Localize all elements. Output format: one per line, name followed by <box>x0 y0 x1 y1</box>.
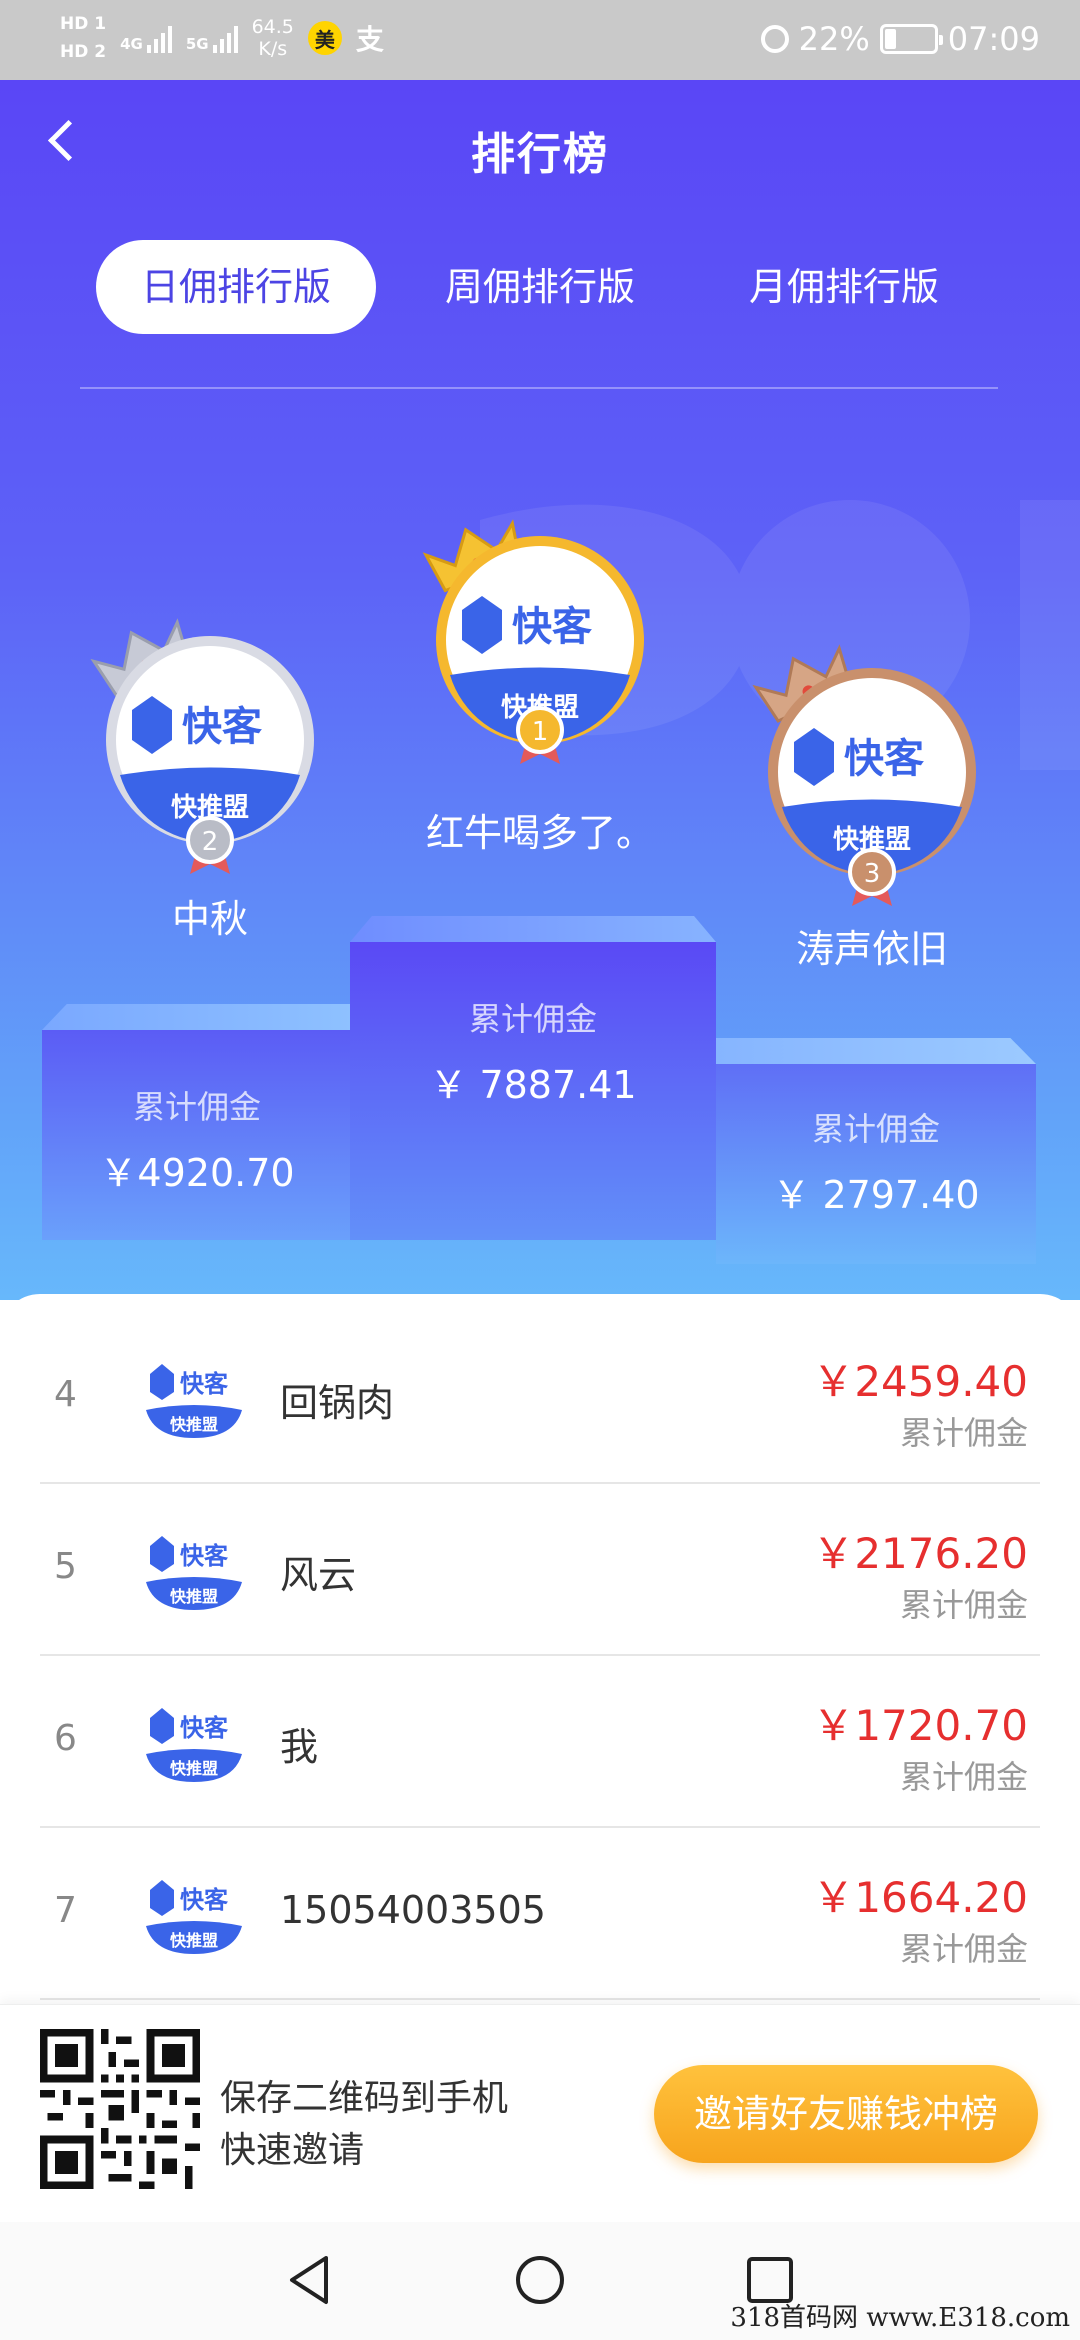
list-name: 风云 <box>280 1553 357 1597</box>
hd2-label: HD 2 <box>60 42 107 62</box>
svg-text:快推盟: 快推盟 <box>170 1415 218 1434</box>
alipay-icon: 支 <box>355 23 384 56</box>
tab-daily[interactable]: 日佣排行版 <box>96 240 376 334</box>
corner-watermark: 318首码网 www.E318.com <box>730 2303 1070 2333</box>
third-place-avatar[interactable]: 快客 快推盟 3 <box>752 632 992 912</box>
avatar-brand: 快客 <box>182 704 262 750</box>
signal-4g: 4G <box>120 23 172 53</box>
app-logo-icon: 快客 快推盟 <box>146 1708 242 1782</box>
second-place-name: 中秋 <box>171 897 248 941</box>
rank-medal-1: 1 <box>532 717 549 747</box>
back-triangle-icon[interactable] <box>280 2250 340 2310</box>
list-name: 我 <box>280 1725 319 1769</box>
network-speed: 64.5 K/s <box>252 16 294 60</box>
list-item[interactable]: 6 快客 快推盟 我 ￥1720.70 累计佣金 <box>40 1656 1040 1828</box>
second-place-avatar[interactable]: 快客 快推盟 2 <box>90 600 330 880</box>
alarm-icon <box>760 25 789 53</box>
meituan-icon: 美 <box>307 21 342 55</box>
podium-label-first: 累计佣金 <box>468 1000 597 1038</box>
podium-amount-third: ￥ 2797.40 <box>772 1173 980 1217</box>
svg-text:快推盟: 快推盟 <box>170 1587 218 1606</box>
podium-amount-first: ￥ 7887.41 <box>429 1063 637 1107</box>
signal-bars-icon <box>146 23 172 53</box>
list-amount: ￥2176.20 <box>812 1529 1028 1578</box>
qr-code-icon[interactable] <box>40 2029 200 2189</box>
battery-percent: 22% <box>798 20 870 58</box>
list-rank: 6 <box>54 1718 77 1759</box>
podium-top-first <box>350 916 716 942</box>
leaderboard-hero: 排行榜 日佣排行版 周佣排行版 月佣排行版 快客 快推盟 2 中秋 快客 快 <box>0 80 1080 1300</box>
svg-text:快推盟: 快推盟 <box>170 1759 218 1778</box>
hd-indicators: HD 1 HD 2 <box>60 10 106 66</box>
hd1-label: HD 1 <box>60 14 107 34</box>
avatar-brand: 快客 <box>512 604 592 650</box>
speed-unit: K/s <box>258 38 288 60</box>
app-logo-icon: 快客 快推盟 <box>146 1536 242 1610</box>
status-right: 22% 07:09 <box>760 20 1040 58</box>
first-place-avatar[interactable]: 快客 快推盟 1 <box>420 510 660 790</box>
list-amount: ￥1720.70 <box>812 1701 1028 1750</box>
invite-friends-button[interactable]: 邀请好友赚钱冲榜 <box>654 2065 1038 2163</box>
ranking-list: 4 快客 快推盟 回锅肉 ￥2459.40 累计佣金 5 快客 快推盟 风云 ￥… <box>0 1294 1080 2004</box>
podium-block-first: 累计佣金 ￥ 7887.41 <box>350 916 716 1240</box>
list-name: 15054003505 <box>280 1888 546 1932</box>
list-rank: 5 <box>54 1546 77 1587</box>
first-place-name: 红牛喝多了。 <box>425 811 654 855</box>
tab-monthly[interactable]: 月佣排行版 <box>704 240 984 334</box>
signal-bars-icon <box>212 23 238 53</box>
save-qr-text: 保存二维码到手机 <box>220 2078 509 2119</box>
home-circle-icon[interactable] <box>510 2250 570 2310</box>
podium-label-second: 累计佣金 <box>132 1088 261 1126</box>
speed-value: 64.5 <box>251 16 294 38</box>
net-5g-label: 5G <box>185 35 209 53</box>
third-place-name: 涛声依旧 <box>795 927 948 971</box>
net-4g-label: 4G <box>120 35 143 53</box>
svg-text:快客: 快客 <box>180 1542 229 1570</box>
list-item[interactable]: 7 快客 快推盟 15054003505 ￥1664.20 累计佣金 <box>40 1828 1040 2000</box>
list-amount-label: 累计佣金 <box>899 1414 1028 1452</box>
podium-amount-second: ￥4920.70 <box>99 1151 295 1195</box>
list-rank: 4 <box>54 1374 77 1415</box>
quick-invite-text: 快速邀请 <box>220 2130 365 2171</box>
svg-text:快推盟: 快推盟 <box>170 1931 218 1950</box>
list-amount: ￥1664.20 <box>812 1873 1028 1922</box>
podium-block-second: 累计佣金 ￥4920.70 <box>42 1004 352 1240</box>
podium-top-second <box>42 1004 352 1030</box>
period-tabs: 日佣排行版 周佣排行版 月佣排行版 <box>0 240 1080 336</box>
signal-5g: 5G <box>186 23 238 53</box>
tabs-divider <box>80 387 998 389</box>
status-bar: HD 1 HD 2 4G 5G 64.5 K/s 美 支 22% 07:09 <box>0 0 1080 80</box>
rank-medal-3: 3 <box>864 859 881 889</box>
list-amount-label: 累计佣金 <box>899 1586 1028 1624</box>
header-bar: 排行榜 <box>0 80 1080 200</box>
list-amount-label: 累计佣金 <box>899 1930 1028 1968</box>
list-item[interactable]: 5 快客 快推盟 风云 ￥2176.20 累计佣金 <box>40 1484 1040 1656</box>
list-amount-label: 累计佣金 <box>899 1758 1028 1796</box>
list-item[interactable]: 4 快客 快推盟 回锅肉 ￥2459.40 累计佣金 <box>40 1312 1040 1484</box>
svg-text:快客: 快客 <box>180 1714 229 1742</box>
tab-weekly[interactable]: 周佣排行版 <box>400 240 680 334</box>
svg-text:快客: 快客 <box>180 1886 229 1914</box>
system-nav-bar: 318首码网 www.E318.com <box>0 2222 1080 2340</box>
podium-block-third: 累计佣金 ￥ 2797.40 <box>716 1038 1036 1264</box>
status-left: HD 1 HD 2 4G 5G 64.5 K/s 美 支 <box>60 10 384 66</box>
list-rank: 7 <box>54 1890 77 1931</box>
invite-bar: 保存二维码到手机 快速邀请 邀请好友赚钱冲榜 <box>0 2004 1080 2222</box>
clock: 07:09 <box>947 20 1040 58</box>
list-amount: ￥2459.40 <box>812 1357 1028 1406</box>
app-logo-icon: 快客 快推盟 <box>146 1880 242 1954</box>
battery-icon <box>879 24 943 54</box>
podium-label-third: 累计佣金 <box>811 1110 940 1148</box>
avatar-brand: 快客 <box>844 736 924 782</box>
podium-top-third <box>716 1038 1036 1064</box>
list-name: 回锅肉 <box>280 1381 395 1425</box>
page-title: 排行榜 <box>471 129 609 180</box>
rank-medal-2: 2 <box>202 827 219 857</box>
svg-text:快客: 快客 <box>180 1370 229 1398</box>
app-logo-icon: 快客 快推盟 <box>146 1364 242 1438</box>
